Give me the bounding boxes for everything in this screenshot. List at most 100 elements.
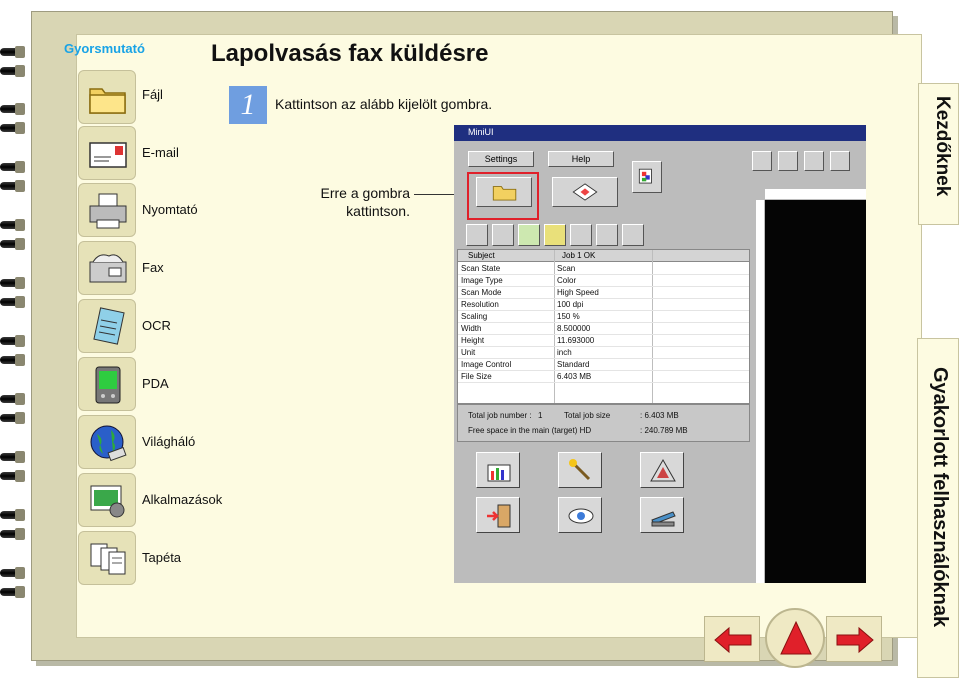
- spiral-ring: [0, 333, 26, 349]
- row-label: Height: [461, 336, 485, 345]
- pda-icon: [78, 357, 136, 411]
- home-button[interactable]: [765, 608, 825, 668]
- tab-advanced[interactable]: Gyakorlott felhasználóknak: [917, 338, 959, 678]
- column-header: Job 1 OK: [562, 251, 596, 260]
- preview-tool-button[interactable]: [830, 151, 850, 171]
- sidebar-item-label: E-mail: [142, 145, 179, 160]
- sidebar-item-pda[interactable]: PDA: [78, 357, 258, 413]
- callout-line2: kattintson.: [346, 203, 410, 219]
- table-row: Height 11.693000: [458, 335, 749, 347]
- column-header: Subject: [468, 251, 495, 260]
- spiral-ring: [0, 159, 26, 175]
- window-titlebar: MiniUI: [454, 125, 866, 141]
- sidebar-item-printer[interactable]: Nyomtató: [78, 183, 258, 239]
- spiral-ring: [0, 275, 26, 291]
- preview-button[interactable]: [558, 497, 602, 533]
- toolbar-button[interactable]: [622, 224, 644, 246]
- row-label: Scan Mode: [461, 288, 502, 297]
- spiral-ring: [0, 507, 26, 523]
- row-value: Color: [557, 276, 577, 285]
- printer-icon: [78, 183, 136, 237]
- toolbar-button[interactable]: [596, 224, 618, 246]
- manual-page: Gyorsmutató Lapolvasás fax küldésre Fájl…: [0, 0, 959, 678]
- table-row: File Size 6.403 MB: [458, 371, 749, 383]
- preview-tool-button[interactable]: [752, 151, 772, 171]
- spiral-ring: [0, 449, 26, 465]
- previous-page-button[interactable]: [704, 616, 760, 662]
- spiral-ring: [0, 526, 26, 542]
- applications-icon: [78, 473, 136, 527]
- preview-tool-button[interactable]: [778, 151, 798, 171]
- sidebar-item-label: PDA: [142, 376, 169, 391]
- sidebar-item-wallpaper[interactable]: Tapéta: [78, 531, 258, 587]
- spiral-ring: [0, 584, 26, 600]
- total-job-size-label: Total job size: [564, 411, 611, 420]
- sidebar-item-fax[interactable]: Fax: [78, 241, 258, 297]
- wallpaper-icon: [78, 531, 136, 585]
- spiral-ring: [0, 565, 26, 581]
- color-adjust-button[interactable]: [640, 452, 684, 488]
- scan-button[interactable]: [640, 497, 684, 533]
- folder-icon: [78, 70, 136, 124]
- sidebar-item-label: Tapéta: [142, 550, 182, 565]
- row-value: 6.403 MB: [557, 372, 592, 381]
- row-label: Image Control: [461, 360, 512, 369]
- table-row: Scan State Scan: [458, 263, 749, 275]
- row-label: Scan State: [461, 264, 501, 273]
- color-print-button[interactable]: [632, 161, 662, 193]
- sidebar-item-label: Alkalmazások: [142, 492, 223, 507]
- spiral-ring: [0, 44, 26, 60]
- brand-label[interactable]: Gyorsmutató: [64, 41, 145, 56]
- sidebar-item-label: Nyomtató: [142, 202, 198, 217]
- magic-wand-button[interactable]: [558, 452, 602, 488]
- table-row: Resolution 100 dpi: [458, 299, 749, 311]
- total-job-size-value: : 6.403 MB: [640, 411, 679, 420]
- toolbar-button[interactable]: [518, 224, 540, 246]
- row-label: Unit: [461, 348, 476, 357]
- step-number-badge: 1: [229, 86, 267, 124]
- spiral-ring: [0, 120, 26, 136]
- settings-button[interactable]: Settings: [468, 151, 534, 167]
- row-label: Width: [461, 324, 482, 333]
- scan-to-app-button[interactable]: [552, 177, 618, 207]
- sidebar-item-label: Fax: [142, 260, 164, 275]
- spiral-ring: [0, 63, 26, 79]
- scan-preview-area: [765, 200, 866, 583]
- sidebar-item-ocr[interactable]: OCR: [78, 299, 258, 355]
- preview-tool-button[interactable]: [804, 151, 824, 171]
- sidebar-item-email[interactable]: E-mail: [78, 126, 258, 182]
- callout-line1: Erre a gombra: [320, 185, 410, 201]
- free-space-label: Free space in the main (target) HD: [468, 426, 592, 435]
- sidebar-item-web[interactable]: Világháló: [78, 415, 258, 471]
- exit-button[interactable]: [476, 497, 520, 533]
- step-instruction: Kattintson az alább kijelölt gombra.: [275, 96, 493, 112]
- row-label: Resolution: [461, 300, 499, 309]
- table-row: Scaling 150 %: [458, 311, 749, 323]
- row-value: Scan: [557, 264, 576, 273]
- row-value: High Speed: [557, 288, 599, 297]
- tab-beginners[interactable]: Kezdőknek: [918, 83, 959, 225]
- help-button[interactable]: Help: [548, 151, 614, 167]
- row-label: File Size: [461, 372, 492, 381]
- table-header: Subject Job 1 OK: [458, 250, 749, 262]
- spiral-ring: [0, 294, 26, 310]
- levels-button[interactable]: [476, 452, 520, 488]
- sidebar-item-label: Fájl: [142, 87, 163, 102]
- spiral-ring: [0, 178, 26, 194]
- toolbar-button[interactable]: [570, 224, 592, 246]
- total-job-number-label: Total job number :: [468, 411, 532, 420]
- spiral-ring: [0, 391, 26, 407]
- arrow-up-icon: [780, 620, 812, 655]
- row-value: 8.500000: [557, 324, 591, 333]
- next-page-button[interactable]: [826, 616, 882, 662]
- toolbar-button[interactable]: [544, 224, 566, 246]
- globe-icon: [78, 415, 136, 469]
- sidebar-item-label: Világháló: [142, 434, 196, 449]
- totals-panel: Total job number : 1 Total job size : 6.…: [457, 404, 750, 442]
- spiral-ring: [0, 410, 26, 426]
- toolbar-button[interactable]: [492, 224, 514, 246]
- toolbar-button[interactable]: [466, 224, 488, 246]
- row-value: 100 dpi: [557, 300, 584, 309]
- callout-text: Erre a gombra kattintson.: [296, 184, 410, 220]
- sidebar-item-applications[interactable]: Alkalmazások: [78, 473, 258, 529]
